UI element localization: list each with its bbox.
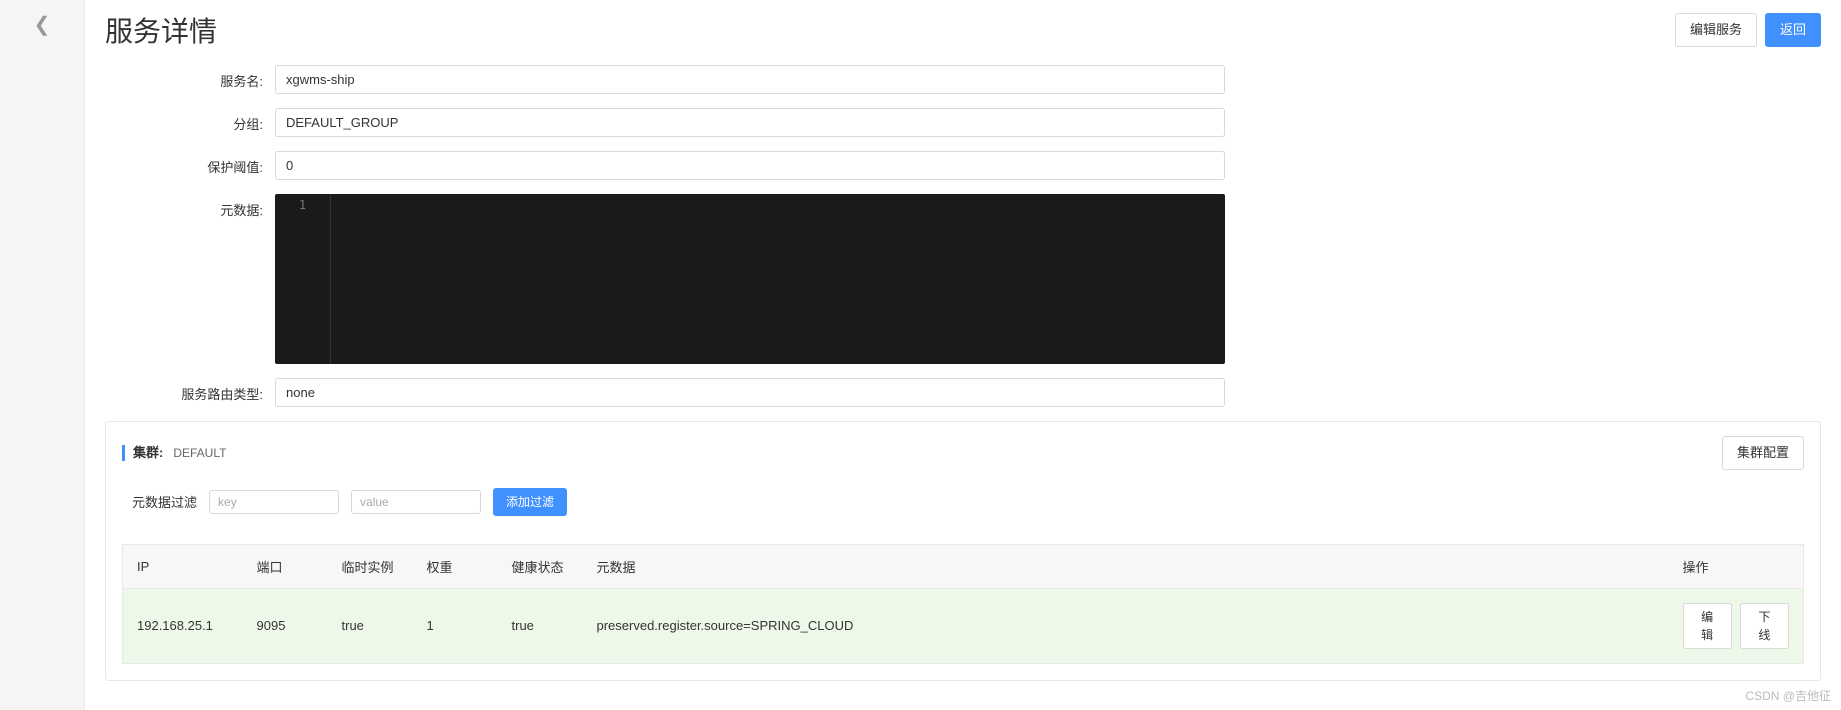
filter-value-input[interactable] — [351, 490, 481, 514]
route-type-label: 服务路由类型: — [115, 378, 275, 403]
th-weight: 权重 — [413, 544, 498, 588]
cell-metadata: preserved.register.source=SPRING_CLOUD — [583, 588, 1669, 663]
service-name-label: 服务名: — [115, 65, 275, 90]
editor-gutter: 1 — [275, 194, 330, 364]
metadata-filter: 元数据过滤 添加过滤 — [122, 488, 1804, 516]
filter-label: 元数据过滤 — [132, 492, 197, 511]
cluster-panel: 集群: DEFAULT 集群配置 元数据过滤 添加过滤 IP 端口 临时实例 权… — [105, 421, 1821, 681]
row-edit-button[interactable]: 编辑 — [1683, 603, 1732, 649]
th-ephemeral: 临时实例 — [328, 544, 413, 588]
instance-table: IP 端口 临时实例 权重 健康状态 元数据 操作 192.168.25.1 9… — [122, 544, 1804, 664]
cell-port: 9095 — [243, 588, 328, 663]
metadata-label: 元数据: — [115, 194, 275, 219]
watermark: CSDN @吉他征 — [1745, 687, 1831, 704]
page-title: 服务详情 — [105, 10, 217, 50]
threshold-field[interactable] — [275, 151, 1225, 180]
filter-key-input[interactable] — [209, 490, 339, 514]
cluster-label: 集群: — [133, 445, 163, 461]
header-actions: 编辑服务 返回 — [1675, 13, 1821, 47]
threshold-label: 保护阈值: — [115, 151, 275, 176]
cluster-title: 集群: DEFAULT — [122, 445, 226, 461]
cell-ops: 编辑 下线 — [1669, 588, 1804, 663]
cluster-header: 集群: DEFAULT 集群配置 — [122, 436, 1804, 470]
th-ip: IP — [123, 544, 243, 588]
service-form: 服务名: 分组: 保护阈值: 元数据: 1 服务路由类型: — [105, 65, 1225, 407]
cell-weight: 1 — [413, 588, 498, 663]
back-chevron-icon[interactable]: ❮ — [34, 15, 51, 35]
th-metadata: 元数据 — [583, 544, 1669, 588]
th-port: 端口 — [243, 544, 328, 588]
service-name-field[interactable] — [275, 65, 1225, 94]
table-row: 192.168.25.1 9095 true 1 true preserved.… — [123, 588, 1804, 663]
back-button[interactable]: 返回 — [1765, 13, 1821, 47]
th-healthy: 健康状态 — [498, 544, 583, 588]
editor-content[interactable] — [330, 194, 1225, 364]
route-type-field[interactable] — [275, 378, 1225, 407]
th-ops: 操作 — [1669, 544, 1804, 588]
metadata-editor[interactable]: 1 — [275, 194, 1225, 364]
cell-ip: 192.168.25.1 — [123, 588, 243, 663]
main-content: 服务详情 编辑服务 返回 服务名: 分组: 保护阈值: 元数据: 1 服务路由类… — [85, 0, 1841, 710]
add-filter-button[interactable]: 添加过滤 — [493, 488, 567, 516]
edit-service-button[interactable]: 编辑服务 — [1675, 13, 1757, 47]
cell-ephemeral: true — [328, 588, 413, 663]
page-header: 服务详情 编辑服务 返回 — [105, 10, 1821, 50]
row-offline-button[interactable]: 下线 — [1740, 603, 1789, 649]
group-label: 分组: — [115, 108, 275, 133]
cluster-value: DEFAULT — [173, 446, 226, 460]
cluster-config-button[interactable]: 集群配置 — [1722, 436, 1804, 470]
group-field[interactable] — [275, 108, 1225, 137]
sidebar: ❮ — [0, 0, 85, 710]
cell-healthy: true — [498, 588, 583, 663]
